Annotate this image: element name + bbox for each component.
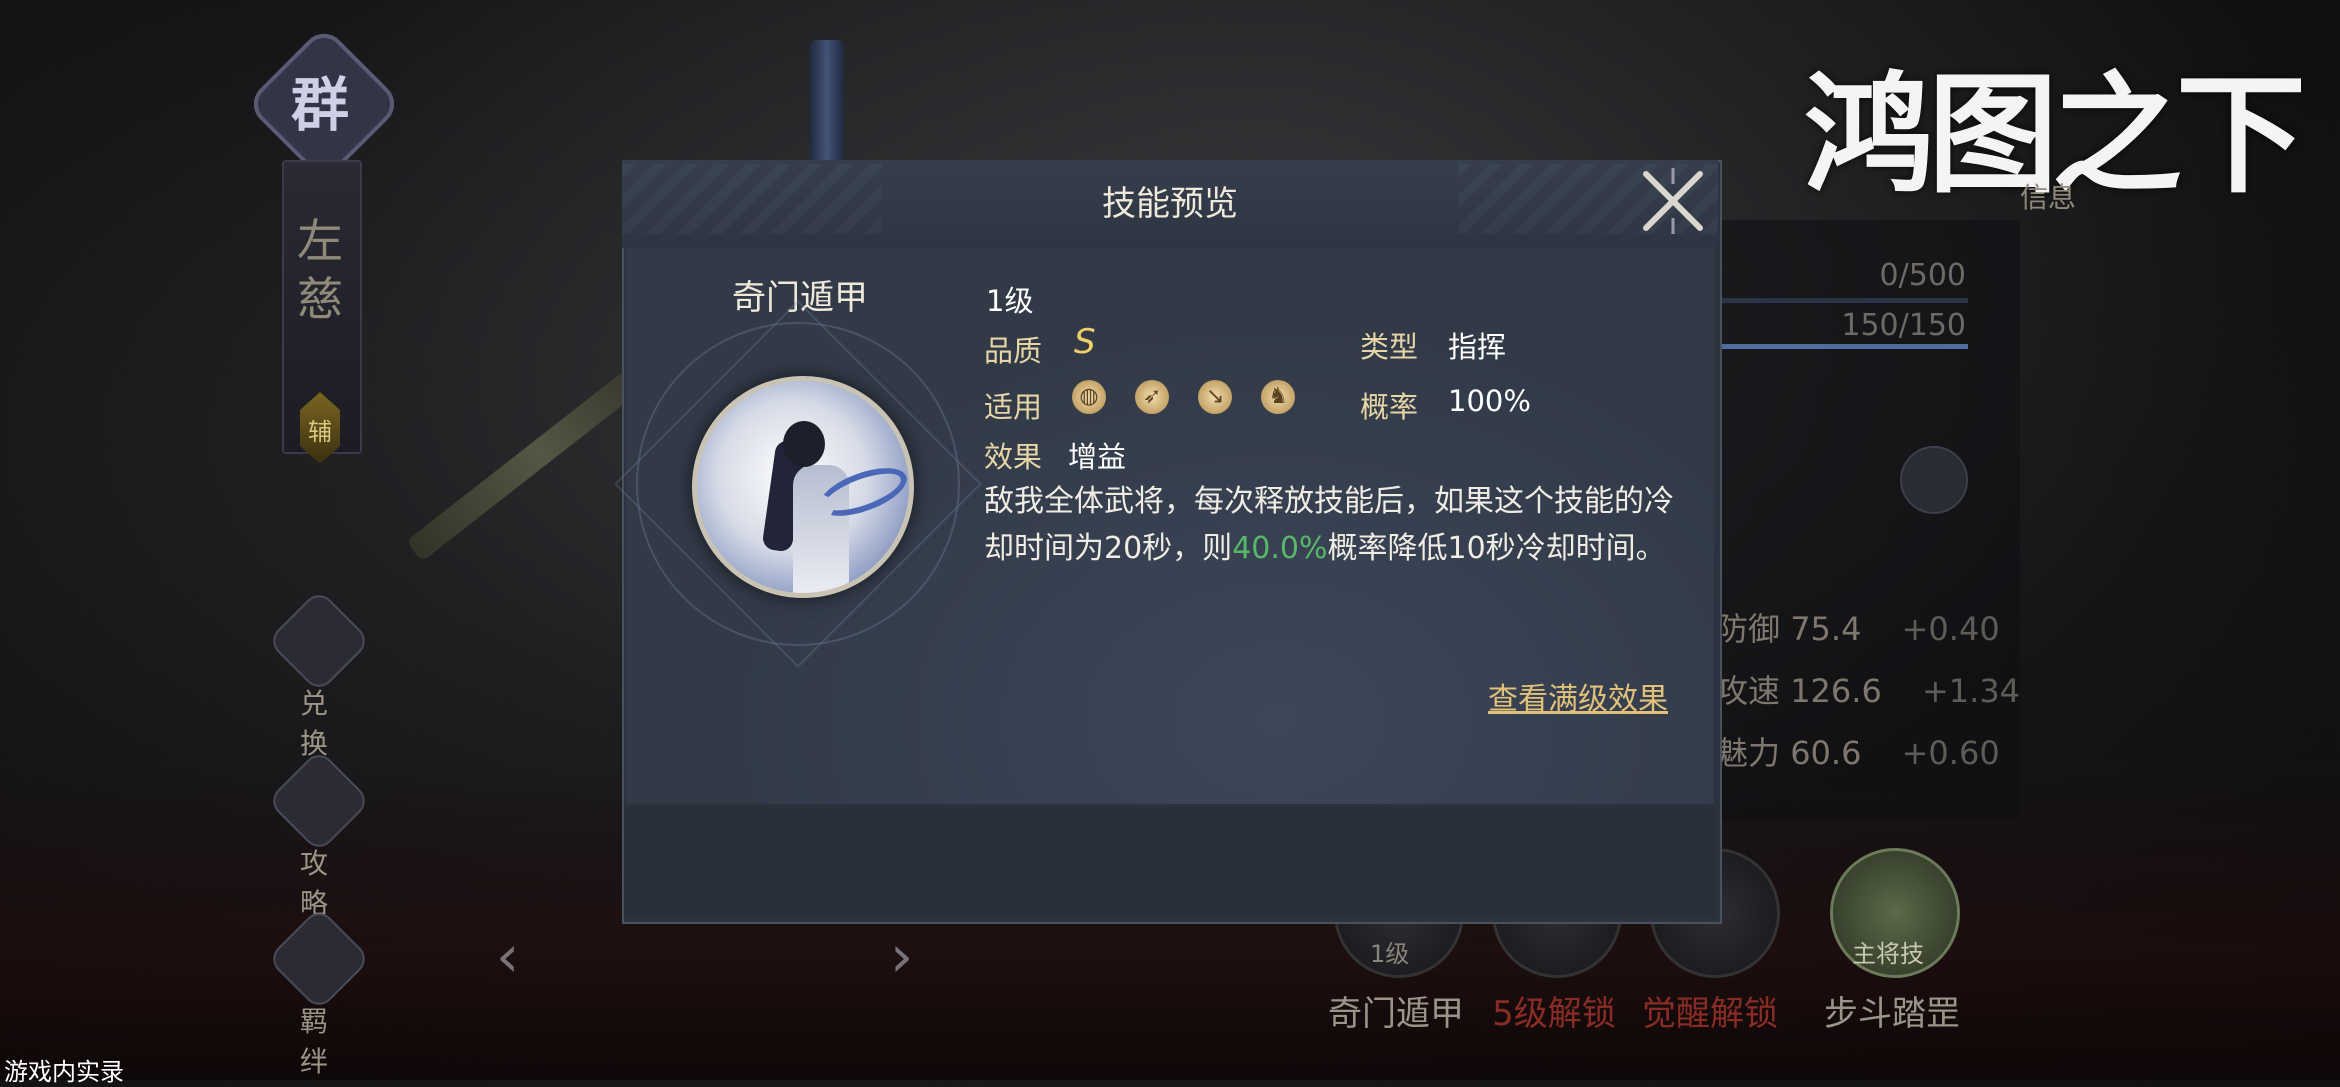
stat-bonus: +0.40: [1901, 610, 2000, 648]
quality-value: S: [1074, 322, 1096, 362]
stat-value: 60.6: [1790, 734, 1862, 772]
modal-footer: [624, 806, 1716, 918]
skill-slot-4-badge: 主将技: [1852, 940, 1924, 968]
stat-row-charm: 魅力 60.6 +0.60: [1716, 728, 2000, 774]
rate-value: 100%: [1448, 384, 1531, 418]
strategy-label: 攻 略: [299, 847, 338, 920]
description-text-end: 概率降低10秒冷却时间。: [1327, 531, 1666, 566]
stat-value: 126.6: [1790, 672, 1882, 710]
skill-slot-3-label: 觉醒解锁: [1642, 994, 1778, 1034]
stat-name: 魅力: [1716, 734, 1781, 772]
stat-row-attack-speed: 攻速 126.6 +1.34: [1716, 666, 2020, 712]
close-button[interactable]: [1636, 164, 1710, 238]
bar-value-2: 150/150: [1841, 308, 1966, 343]
progress-bar-2: [1718, 344, 1968, 349]
spear-icon: ↘: [1198, 380, 1233, 414]
progress-bar-1: [1718, 298, 1968, 303]
chevron-left-icon[interactable]: ‹: [496, 922, 519, 990]
role-label: 辅: [308, 418, 332, 446]
cavalry-icon: ♞: [1261, 380, 1296, 414]
stat-bonus: +0.60: [1901, 734, 2000, 772]
skill-portrait: [692, 376, 914, 598]
rate-label: 概率: [1360, 390, 1419, 424]
stat-value: 75.4: [1790, 610, 1862, 648]
exchange-icon: [266, 588, 372, 694]
apply-icons: ◍ ➶ ↘ ♞: [1072, 380, 1319, 414]
hero-name-char-2: 慈: [297, 272, 343, 326]
skill-slot-2-label: 5级解锁: [1492, 994, 1616, 1034]
skill-description: 敌我全体武将，每次释放技能后，如果这个技能的冷却时间为20秒，则40.0%概率降…: [984, 478, 1674, 572]
description-highlight: 40.0%: [1232, 531, 1328, 566]
bond-icon: [266, 906, 372, 1012]
skill-level: 1级: [986, 284, 1034, 318]
stat-row-defense: 防御 75.4 +0.40: [1716, 604, 2000, 650]
stat-name: 攻速: [1716, 672, 1781, 710]
chevron-right-icon[interactable]: ›: [890, 922, 913, 990]
skill-slot-4-label: 步斗踏罡: [1824, 994, 1960, 1034]
skill-slot-1-badge: 1级: [1370, 940, 1410, 968]
hero-name-char-1: 左: [297, 214, 343, 268]
effect-label: 效果: [984, 440, 1043, 474]
footer-tag: 游戏内实录: [4, 1058, 124, 1086]
stat-name: 防御: [1716, 610, 1781, 648]
scroll-icon: [266, 748, 372, 854]
view-full-level-effect-link[interactable]: 查看满级效果: [1488, 674, 1668, 718]
shield-icon: ◍: [1072, 380, 1106, 414]
tab-info[interactable]: 信息: [2020, 176, 2076, 216]
bar-value-1: 0/500: [1879, 258, 1966, 293]
exchange-label: 兑 换: [299, 687, 338, 760]
strategy-button[interactable]: 攻 略: [266, 748, 372, 922]
shield-badge-icon[interactable]: [1900, 446, 1968, 514]
type-value: 指挥: [1448, 330, 1507, 364]
exchange-button[interactable]: 兑 换: [266, 588, 372, 762]
bond-button[interactable]: 羁 绊: [266, 906, 372, 1080]
bond-label: 羁 绊: [299, 1005, 338, 1078]
modal-title: 技能预览: [1102, 184, 1238, 224]
quality-label: 品质: [984, 334, 1043, 368]
skill-slot-1-label: 奇门遁甲: [1328, 994, 1464, 1034]
hero-name: 左 慈: [282, 212, 358, 328]
background-sword: [810, 40, 844, 170]
stat-bonus: +1.34: [1921, 672, 2021, 710]
bow-icon: ➶: [1135, 380, 1170, 414]
apply-label: 适用: [984, 390, 1043, 424]
type-label: 类型: [1360, 330, 1419, 364]
effect-value: 增益: [1068, 440, 1127, 474]
close-icon: [1643, 168, 1703, 234]
faction-label: 群: [290, 71, 349, 139]
